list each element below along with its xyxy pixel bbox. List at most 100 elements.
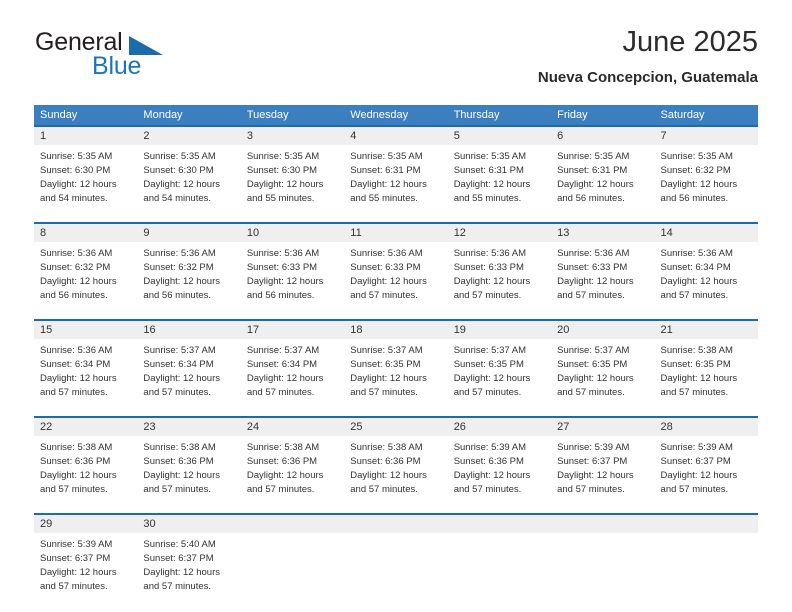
- daylight-text-line1: Daylight: 12 hours: [143, 179, 220, 190]
- sunrise-text: Sunrise: 5:38 AM: [143, 442, 216, 453]
- daylight-text-line1: Daylight: 12 hours: [557, 276, 634, 287]
- sunrise-text: Sunrise: 5:35 AM: [143, 151, 216, 162]
- day-cell[interactable]: 3 Sunrise: 5:35 AM Sunset: 6:30 PM Dayli…: [240, 127, 345, 222]
- daylight-text-line2: and 55 minutes.: [350, 193, 418, 204]
- day-cell[interactable]: 28 Sunrise: 5:39 AM Sunset: 6:37 PM Dayl…: [654, 418, 758, 513]
- sunrise-text: Sunrise: 5:40 AM: [143, 539, 216, 550]
- day-cell[interactable]: 5 Sunrise: 5:35 AM Sunset: 6:31 PM Dayli…: [447, 127, 552, 222]
- day-cell[interactable]: 27 Sunrise: 5:39 AM Sunset: 6:37 PM Dayl…: [551, 418, 655, 513]
- day-cell[interactable]: 29 Sunrise: 5:39 AM Sunset: 6:37 PM Dayl…: [34, 515, 138, 610]
- day-details: Sunrise: 5:38 AM Sunset: 6:36 PM Dayligh…: [344, 436, 447, 497]
- day-number: [447, 515, 552, 533]
- day-cell[interactable]: 2 Sunrise: 5:35 AM Sunset: 6:30 PM Dayli…: [137, 127, 241, 222]
- day-cell[interactable]: 16 Sunrise: 5:37 AM Sunset: 6:34 PM Dayl…: [137, 321, 241, 416]
- day-cell[interactable]: 9 Sunrise: 5:36 AM Sunset: 6:32 PM Dayli…: [137, 224, 241, 319]
- calendar-week-row: 29 Sunrise: 5:39 AM Sunset: 6:37 PM Dayl…: [34, 513, 758, 610]
- day-details: Sunrise: 5:37 AM Sunset: 6:34 PM Dayligh…: [241, 339, 344, 400]
- daylight-text-line1: Daylight: 12 hours: [660, 179, 738, 190]
- day-cell[interactable]: 18 Sunrise: 5:37 AM Sunset: 6:35 PM Dayl…: [344, 321, 448, 416]
- daylight-text-line1: Daylight: 12 hours: [453, 373, 531, 384]
- sunrise-text: Sunrise: 5:39 AM: [453, 442, 527, 453]
- sunrise-text: Sunrise: 5:36 AM: [453, 248, 527, 259]
- daylight-text-line2: and 57 minutes.: [453, 484, 522, 495]
- weekday-header-tuesday: Tuesday: [246, 109, 289, 121]
- day-details: Sunrise: 5:35 AM Sunset: 6:30 PM Dayligh…: [241, 145, 344, 206]
- day-cell-empty: [447, 515, 552, 610]
- day-number: 12: [447, 224, 552, 242]
- day-cell[interactable]: 13 Sunrise: 5:36 AM Sunset: 6:33 PM Dayl…: [551, 224, 655, 319]
- day-cell[interactable]: 20 Sunrise: 5:37 AM Sunset: 6:35 PM Dayl…: [551, 321, 655, 416]
- daylight-text-line2: and 55 minutes.: [246, 193, 315, 204]
- sunrise-text: Sunrise: 5:35 AM: [557, 151, 630, 162]
- daylight-text-line2: and 57 minutes.: [40, 581, 108, 592]
- day-cell[interactable]: 7 Sunrise: 5:35 AM Sunset: 6:32 PM Dayli…: [654, 127, 758, 222]
- calendar-week-row: 22 Sunrise: 5:38 AM Sunset: 6:36 PM Dayl…: [34, 416, 758, 513]
- weekday-header-monday: Monday: [143, 109, 183, 121]
- daylight-text-line1: Daylight: 12 hours: [40, 373, 117, 384]
- day-cell[interactable]: 30 Sunrise: 5:40 AM Sunset: 6:37 PM Dayl…: [137, 515, 241, 610]
- sunset-text: Sunset: 6:37 PM: [557, 456, 628, 467]
- daylight-text-line1: Daylight: 12 hours: [246, 179, 324, 190]
- day-cell[interactable]: 26 Sunrise: 5:39 AM Sunset: 6:36 PM Dayl…: [447, 418, 552, 513]
- day-cell[interactable]: 4 Sunrise: 5:35 AM Sunset: 6:31 PM Dayli…: [344, 127, 448, 222]
- day-details: Sunrise: 5:36 AM Sunset: 6:34 PM Dayligh…: [34, 339, 137, 400]
- brand-logo[interactable]: General Blue: [34, 28, 244, 86]
- weekday-header-thursday: Thursday: [453, 109, 500, 121]
- daylight-text-line2: and 57 minutes.: [40, 387, 108, 398]
- day-number: 8: [34, 224, 138, 242]
- day-cell[interactable]: 6 Sunrise: 5:35 AM Sunset: 6:31 PM Dayli…: [551, 127, 655, 222]
- day-details: Sunrise: 5:36 AM Sunset: 6:34 PM Dayligh…: [655, 242, 758, 303]
- sunset-text: Sunset: 6:33 PM: [246, 262, 318, 273]
- daylight-text-line1: Daylight: 12 hours: [453, 179, 531, 190]
- daylight-text-line2: and 57 minutes.: [350, 290, 418, 301]
- title-block: June 2025 Nueva Concepcion, Guatemala: [538, 24, 758, 87]
- daylight-text-line2: and 57 minutes.: [143, 581, 212, 592]
- day-number: 28: [654, 418, 758, 436]
- day-cell[interactable]: 8 Sunrise: 5:36 AM Sunset: 6:32 PM Dayli…: [34, 224, 138, 319]
- sunset-text: Sunset: 6:36 PM: [246, 456, 318, 467]
- day-cell[interactable]: 1 Sunrise: 5:35 AM Sunset: 6:30 PM Dayli…: [34, 127, 138, 222]
- day-details: Sunrise: 5:39 AM Sunset: 6:37 PM Dayligh…: [551, 436, 654, 497]
- day-number: 18: [344, 321, 448, 339]
- day-number: 4: [344, 127, 448, 145]
- sunset-text: Sunset: 6:36 PM: [350, 456, 421, 467]
- day-details: Sunrise: 5:35 AM Sunset: 6:32 PM Dayligh…: [655, 145, 758, 206]
- day-cell[interactable]: 24 Sunrise: 5:38 AM Sunset: 6:36 PM Dayl…: [240, 418, 345, 513]
- sunset-text: Sunset: 6:35 PM: [350, 359, 421, 370]
- day-cell[interactable]: 23 Sunrise: 5:38 AM Sunset: 6:36 PM Dayl…: [137, 418, 241, 513]
- day-number: 20: [551, 321, 655, 339]
- daylight-text-line1: Daylight: 12 hours: [557, 373, 634, 384]
- day-cell[interactable]: 12 Sunrise: 5:36 AM Sunset: 6:33 PM Dayl…: [447, 224, 552, 319]
- sunset-text: Sunset: 6:32 PM: [143, 262, 214, 273]
- daylight-text-line2: and 57 minutes.: [143, 387, 212, 398]
- day-cell[interactable]: 10 Sunrise: 5:36 AM Sunset: 6:33 PM Dayl…: [240, 224, 345, 319]
- daylight-text-line2: and 57 minutes.: [660, 484, 729, 495]
- daylight-text-line1: Daylight: 12 hours: [40, 276, 117, 287]
- daylight-text-line2: and 57 minutes.: [350, 387, 418, 398]
- daylight-text-line2: and 57 minutes.: [40, 484, 108, 495]
- day-cell[interactable]: 21 Sunrise: 5:38 AM Sunset: 6:35 PM Dayl…: [654, 321, 758, 416]
- day-cell[interactable]: 15 Sunrise: 5:36 AM Sunset: 6:34 PM Dayl…: [34, 321, 138, 416]
- day-cell[interactable]: 19 Sunrise: 5:37 AM Sunset: 6:35 PM Dayl…: [447, 321, 552, 416]
- calendar-page: General Blue June 2025 Nueva Concepcion,…: [0, 0, 792, 612]
- day-cell[interactable]: 14 Sunrise: 5:36 AM Sunset: 6:34 PM Dayl…: [654, 224, 758, 319]
- sunrise-text: Sunrise: 5:35 AM: [246, 151, 320, 162]
- sunset-text: Sunset: 6:34 PM: [40, 359, 111, 370]
- daylight-text-line1: Daylight: 12 hours: [143, 567, 220, 578]
- daylight-text-line1: Daylight: 12 hours: [40, 470, 117, 481]
- day-number: 15: [34, 321, 138, 339]
- day-number: [344, 515, 448, 533]
- day-cell[interactable]: 17 Sunrise: 5:37 AM Sunset: 6:34 PM Dayl…: [240, 321, 345, 416]
- day-cell[interactable]: 11 Sunrise: 5:36 AM Sunset: 6:33 PM Dayl…: [344, 224, 448, 319]
- day-details: Sunrise: 5:35 AM Sunset: 6:31 PM Dayligh…: [551, 145, 654, 206]
- day-details: Sunrise: 5:35 AM Sunset: 6:31 PM Dayligh…: [448, 145, 551, 206]
- day-cell[interactable]: 22 Sunrise: 5:38 AM Sunset: 6:36 PM Dayl…: [34, 418, 138, 513]
- day-details: Sunrise: 5:39 AM Sunset: 6:36 PM Dayligh…: [448, 436, 551, 497]
- day-cell-empty: [551, 515, 655, 610]
- day-cell[interactable]: 25 Sunrise: 5:38 AM Sunset: 6:36 PM Dayl…: [344, 418, 448, 513]
- sunrise-text: Sunrise: 5:38 AM: [40, 442, 113, 453]
- sunset-text: Sunset: 6:34 PM: [660, 262, 731, 273]
- sunrise-text: Sunrise: 5:35 AM: [350, 151, 423, 162]
- daylight-text-line2: and 57 minutes.: [246, 387, 315, 398]
- day-details: Sunrise: 5:36 AM Sunset: 6:33 PM Dayligh…: [448, 242, 551, 303]
